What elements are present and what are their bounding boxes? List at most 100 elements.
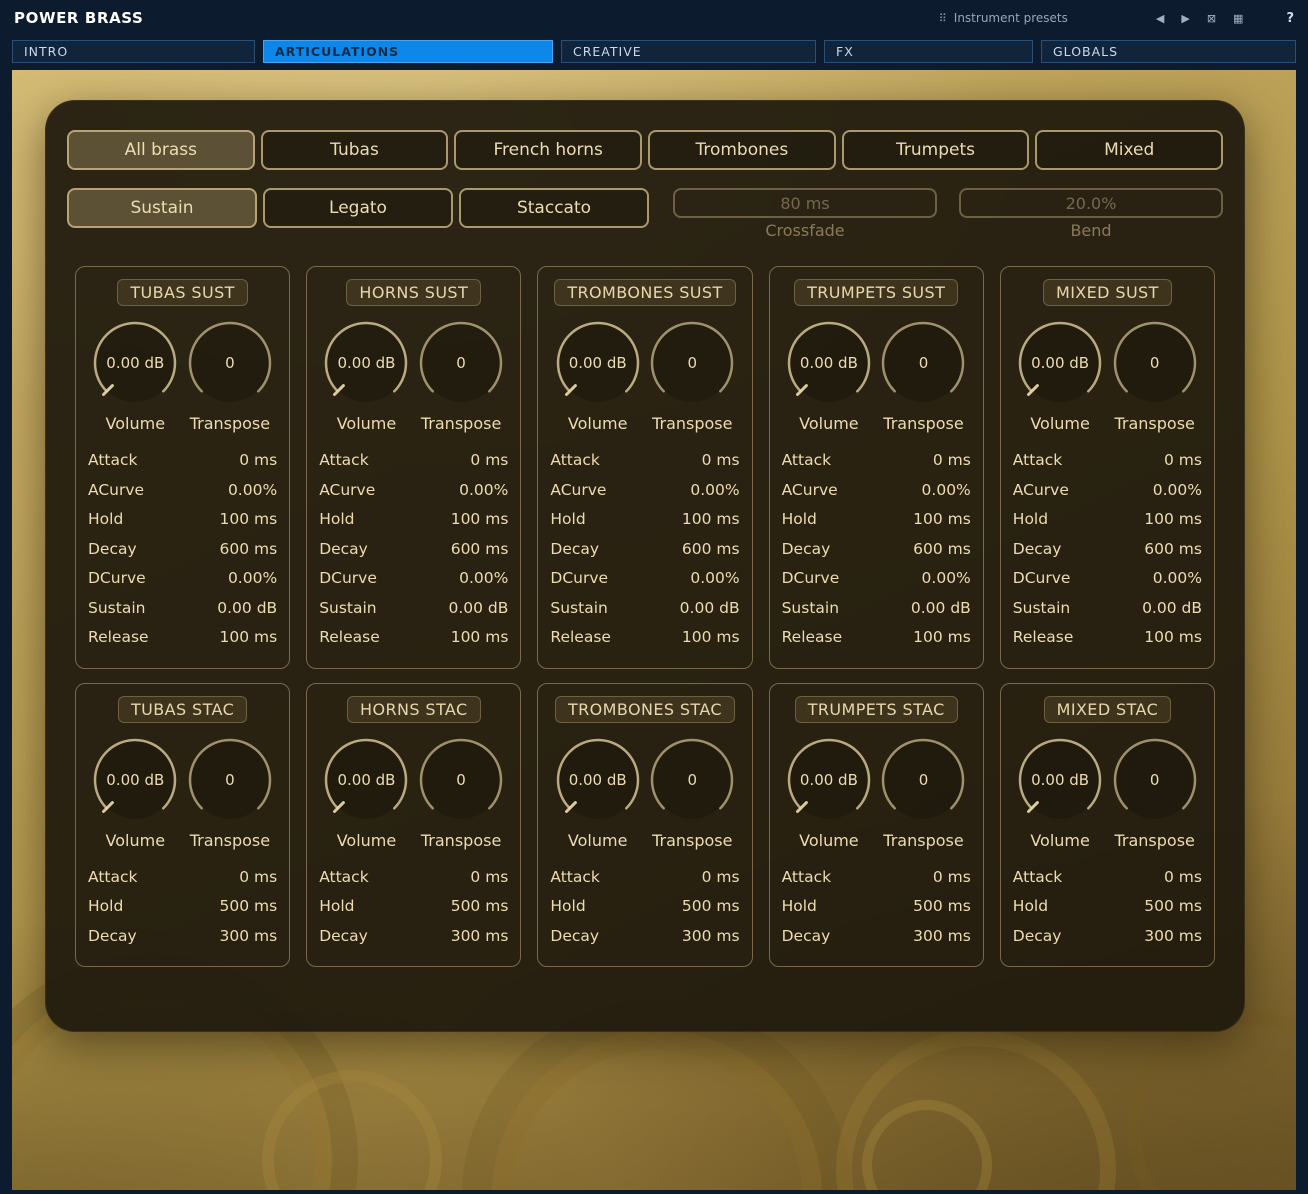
param-value[interactable]: 500 ms — [913, 892, 971, 922]
transpose-knob[interactable]: 0 Transpose — [414, 319, 508, 433]
volume-knob[interactable]: 0.00 dB Volume — [88, 736, 182, 850]
param-value[interactable]: 100 ms — [451, 623, 509, 653]
ensemble-button-trombones[interactable]: Trombones — [648, 130, 836, 170]
param-value[interactable]: 0.00 dB — [911, 594, 971, 624]
volume-label: Volume — [782, 414, 876, 433]
param-value[interactable]: 100 ms — [1144, 623, 1202, 653]
param-value[interactable]: 300 ms — [682, 922, 740, 952]
instrument-presets-button[interactable]: ⠿ Instrument presets — [939, 11, 1068, 25]
crossfade-slider[interactable]: 80 ms — [673, 188, 937, 218]
param-value[interactable]: 600 ms — [451, 535, 509, 565]
param-value[interactable]: 0 ms — [1164, 446, 1202, 476]
param-value[interactable]: 0.00 dB — [680, 594, 740, 624]
param-value[interactable]: 100 ms — [1144, 505, 1202, 535]
param-value[interactable]: 100 ms — [451, 505, 509, 535]
param-value[interactable]: 0.00% — [228, 476, 277, 506]
tab-articulations[interactable]: ARTICULATIONS — [263, 40, 553, 63]
volume-knob[interactable]: 0.00 dB Volume — [551, 736, 645, 850]
transpose-label: Transpose — [183, 831, 277, 850]
param-value[interactable]: 500 ms — [1144, 892, 1202, 922]
param-value[interactable]: 0.00% — [922, 564, 971, 594]
param-value[interactable]: 0 ms — [933, 863, 971, 893]
volume-knob[interactable]: 0.00 dB Volume — [551, 319, 645, 433]
volume-knob[interactable]: 0.00 dB Volume — [319, 736, 413, 850]
window-icon[interactable]: ⊠ — [1207, 12, 1216, 25]
param-value[interactable]: 300 ms — [1144, 922, 1202, 952]
param-value[interactable]: 0.00% — [459, 476, 508, 506]
param-value[interactable]: 0 ms — [702, 446, 740, 476]
help-button[interactable]: ? — [1286, 11, 1294, 26]
tab-fx[interactable]: FX — [824, 40, 1033, 63]
param-value[interactable]: 500 ms — [682, 892, 740, 922]
bend-slider[interactable]: 20.0% — [959, 188, 1223, 218]
transpose-knob[interactable]: 0 Transpose — [876, 319, 970, 433]
param-value[interactable]: 100 ms — [220, 505, 278, 535]
param-label: Hold — [1013, 505, 1048, 535]
param-value[interactable]: 0 ms — [239, 863, 277, 893]
ensemble-button-mixed[interactable]: Mixed — [1035, 130, 1223, 170]
background-stage: All brass Tubas French horns Trombones T… — [12, 70, 1296, 1190]
param-value[interactable]: 100 ms — [220, 623, 278, 653]
param-value[interactable]: 100 ms — [913, 505, 971, 535]
tab-intro[interactable]: INTRO — [12, 40, 255, 63]
volume-knob[interactable]: 0.00 dB Volume — [1013, 319, 1107, 433]
param-row: Decay 300 ms — [1013, 922, 1202, 952]
volume-knob[interactable]: 0.00 dB Volume — [782, 319, 876, 433]
prev-preset-icon[interactable]: ◀ — [1156, 12, 1164, 25]
next-preset-icon[interactable]: ▶ — [1181, 12, 1189, 25]
param-value[interactable]: 0 ms — [1164, 863, 1202, 893]
ensemble-button-all-brass[interactable]: All brass — [67, 130, 255, 170]
volume-knob[interactable]: 0.00 dB Volume — [319, 319, 413, 433]
transpose-knob[interactable]: 0 Transpose — [645, 319, 739, 433]
param-value[interactable]: 0 ms — [933, 446, 971, 476]
param-value[interactable]: 100 ms — [682, 505, 740, 535]
ensemble-button-tubas[interactable]: Tubas — [261, 130, 449, 170]
param-value[interactable]: 0 ms — [702, 863, 740, 893]
param-value[interactable]: 100 ms — [913, 623, 971, 653]
param-value[interactable]: 0.00% — [459, 564, 508, 594]
param-value[interactable]: 500 ms — [220, 892, 278, 922]
articulation-card: MIXED STAC 0.00 dB Volume — [1000, 683, 1215, 968]
param-value[interactable]: 0.00 dB — [1142, 594, 1202, 624]
articulation-button-staccato[interactable]: Staccato — [459, 188, 649, 228]
tab-creative[interactable]: CREATIVE — [561, 40, 816, 63]
param-value[interactable]: 600 ms — [682, 535, 740, 565]
param-value[interactable]: 600 ms — [220, 535, 278, 565]
param-value[interactable]: 0.00 dB — [217, 594, 277, 624]
articulation-button-sustain[interactable]: Sustain — [67, 188, 257, 228]
param-value[interactable]: 600 ms — [1144, 535, 1202, 565]
ensemble-button-french-horns[interactable]: French horns — [454, 130, 642, 170]
param-value[interactable]: 300 ms — [451, 922, 509, 952]
param-row: Attack0 ms — [782, 863, 971, 893]
transpose-knob[interactable]: 0 Transpose — [414, 736, 508, 850]
volume-knob[interactable]: 0.00 dB Volume — [88, 319, 182, 433]
param-value[interactable]: 0 ms — [239, 446, 277, 476]
param-value[interactable]: 0 ms — [470, 863, 508, 893]
tab-globals[interactable]: GLOBALS — [1041, 40, 1296, 63]
param-value[interactable]: 300 ms — [913, 922, 971, 952]
transpose-knob[interactable]: 0 Transpose — [876, 736, 970, 850]
param-value[interactable]: 0.00% — [228, 564, 277, 594]
param-label: Decay — [1013, 922, 1062, 952]
param-value[interactable]: 500 ms — [451, 892, 509, 922]
param-value[interactable]: 600 ms — [913, 535, 971, 565]
param-value[interactable]: 0.00% — [690, 564, 739, 594]
transpose-knob[interactable]: 0 Transpose — [1108, 319, 1202, 433]
param-value[interactable]: 0.00% — [1153, 476, 1202, 506]
volume-knob[interactable]: 0.00 dB Volume — [782, 736, 876, 850]
panels-icon[interactable]: ▦ — [1233, 12, 1243, 25]
param-value[interactable]: 0.00 dB — [448, 594, 508, 624]
articulation-button-legato[interactable]: Legato — [263, 188, 453, 228]
param-value[interactable]: 300 ms — [220, 922, 278, 952]
param-value[interactable]: 0.00% — [1153, 564, 1202, 594]
transpose-knob[interactable]: 0 Transpose — [183, 319, 277, 433]
ensemble-button-trumpets[interactable]: Trumpets — [842, 130, 1030, 170]
volume-knob[interactable]: 0.00 dB Volume — [1013, 736, 1107, 850]
param-value[interactable]: 0.00% — [690, 476, 739, 506]
transpose-knob[interactable]: 0 Transpose — [645, 736, 739, 850]
param-value[interactable]: 0 ms — [470, 446, 508, 476]
transpose-knob[interactable]: 0 Transpose — [1108, 736, 1202, 850]
param-value[interactable]: 0.00% — [922, 476, 971, 506]
transpose-knob[interactable]: 0 Transpose — [183, 736, 277, 850]
param-value[interactable]: 100 ms — [682, 623, 740, 653]
